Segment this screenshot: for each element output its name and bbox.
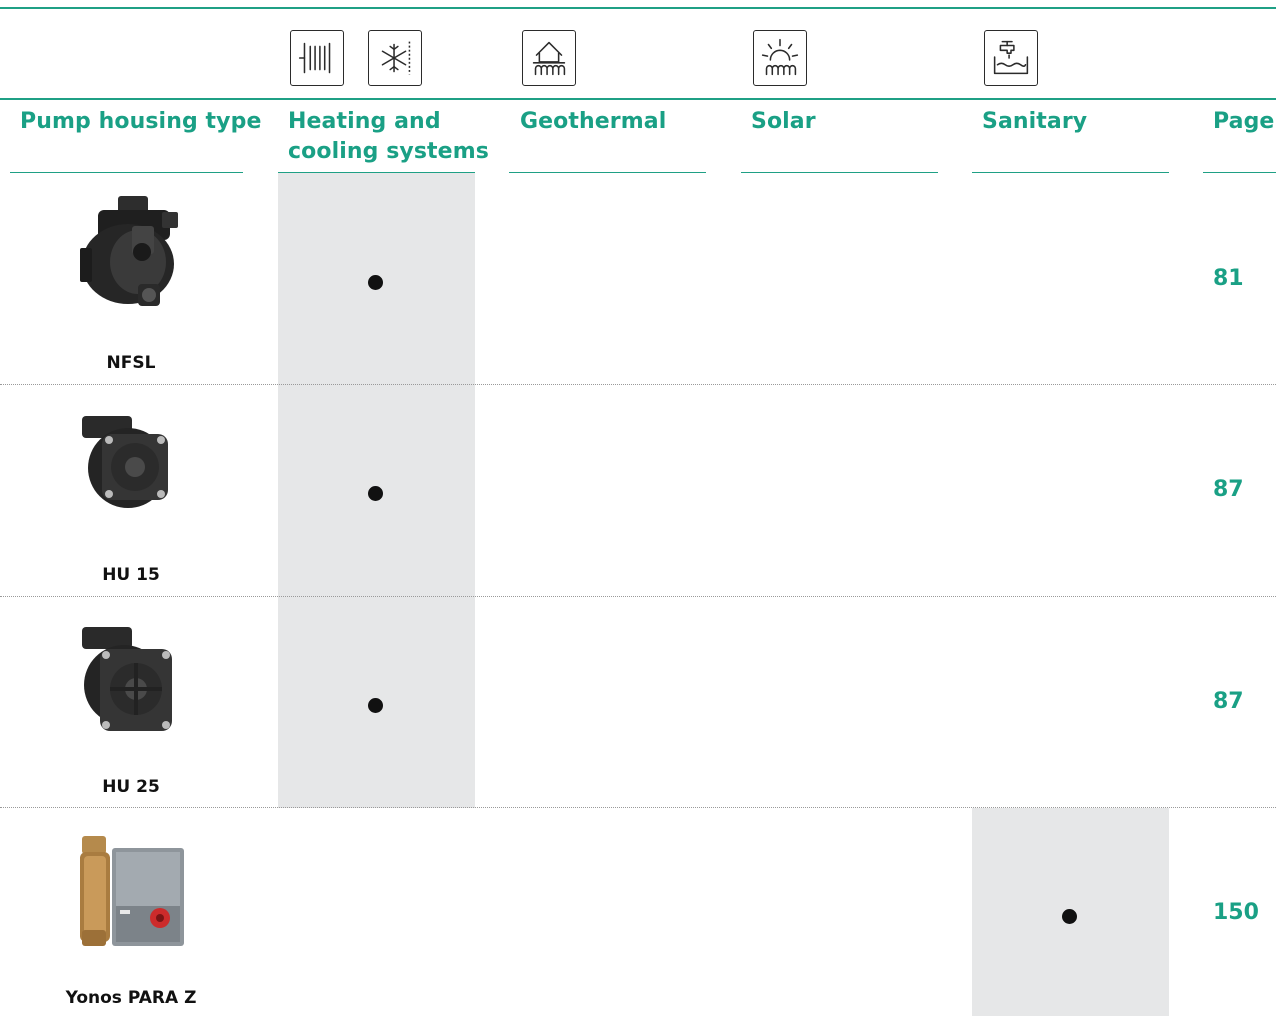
- page-number[interactable]: 150: [1213, 900, 1259, 925]
- pump-image-yonos-para-z: [76, 830, 188, 950]
- row-divider: [0, 807, 1276, 808]
- solar-icon: [753, 30, 807, 86]
- row-divider: [0, 596, 1276, 597]
- column-rule-solar: [741, 172, 938, 173]
- snowflake-icon: [368, 30, 422, 86]
- column-header-type: Pump housing type: [20, 109, 262, 134]
- page-number[interactable]: 81: [1213, 266, 1244, 291]
- product-name: HU 25: [102, 777, 160, 797]
- column-header-page: Page: [1213, 109, 1275, 134]
- column-header-sanitary: Sanitary: [982, 109, 1088, 134]
- row-divider: [0, 384, 1276, 385]
- geothermal-house-icon: [522, 30, 576, 86]
- column-rule-sanitary: [972, 172, 1169, 173]
- header-rule: [0, 98, 1276, 100]
- applicability-dot-sanitary: [1062, 909, 1077, 924]
- column-rule-page: [1203, 172, 1276, 173]
- column-header-heating: Heating and cooling systems: [288, 109, 489, 164]
- product-name: NFSL: [106, 353, 156, 373]
- applicability-dot-heating: [368, 275, 383, 290]
- product-name: HU 15: [102, 565, 160, 585]
- sanitary-tap-icon: [984, 30, 1038, 86]
- pump-image-nfsl: [72, 192, 190, 316]
- top-rule: [0, 7, 1276, 9]
- column-rule-geothermal: [509, 172, 706, 173]
- page-number[interactable]: 87: [1213, 477, 1244, 502]
- radiator-icon: [290, 30, 344, 86]
- product-name: Yonos PARA Z: [65, 988, 197, 1008]
- column-rule-type: [10, 172, 243, 173]
- applicability-dot-heating: [368, 698, 383, 713]
- applicability-dot-heating: [368, 486, 383, 501]
- pump-image-hu15: [72, 412, 178, 512]
- column-header-geothermal: Geothermal: [520, 109, 667, 134]
- column-header-solar: Solar: [751, 109, 816, 134]
- pump-image-hu25: [72, 623, 178, 739]
- page-number[interactable]: 87: [1213, 689, 1244, 714]
